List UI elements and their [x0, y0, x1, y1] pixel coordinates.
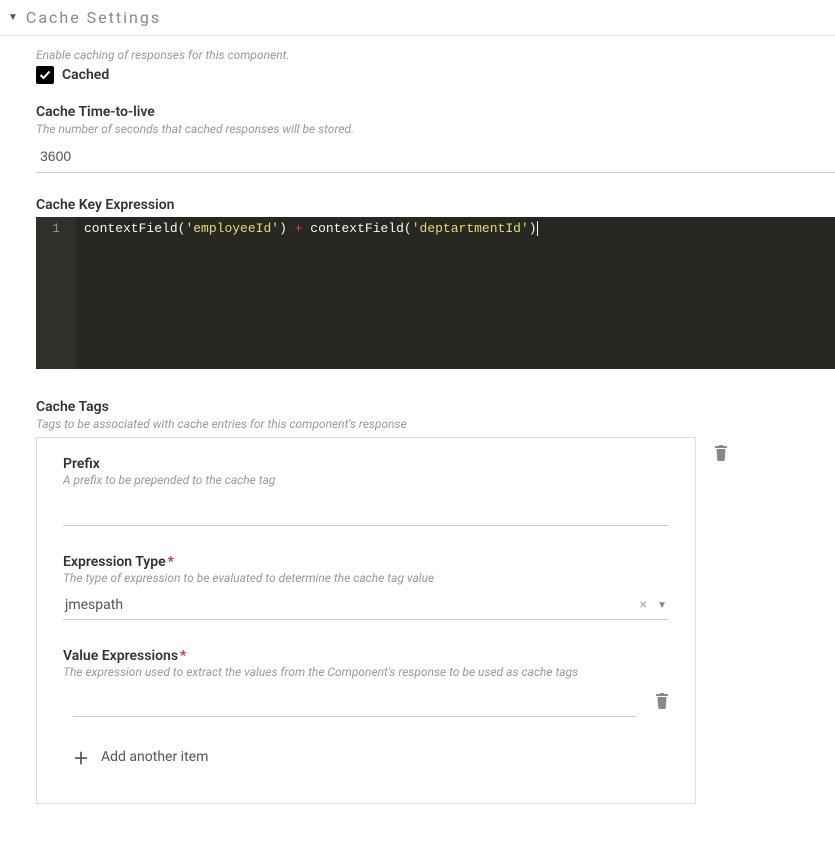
cache-tags-description: Tags to be associated with cache entries…: [36, 417, 835, 431]
value-expressions-label: Value Expressions*: [63, 648, 669, 664]
code-token-paren: (: [404, 221, 412, 236]
value-expressions-field: Value Expressions* The expression used t…: [63, 648, 669, 769]
cache-tags-label: Cache Tags: [36, 399, 835, 415]
cache-tag-card: Prefix A prefix to be prepended to the c…: [36, 437, 696, 804]
cache-settings-content: Enable caching of responses for this com…: [0, 48, 835, 848]
code-token-fn: contextField: [84, 221, 178, 236]
prefix-label: Prefix: [63, 456, 669, 472]
add-item-button[interactable]: ＋ Add another item: [73, 745, 669, 769]
value-expression-row: [73, 685, 669, 717]
section-header[interactable]: ▼ Cache Settings: [0, 0, 835, 36]
key-expression-label: Cache Key Expression: [36, 197, 835, 213]
delete-tag-button[interactable]: [714, 445, 728, 465]
ttl-description: The number of seconds that cached respon…: [36, 122, 835, 136]
required-asterisk: *: [180, 648, 186, 664]
chevron-down-icon[interactable]: ▼: [657, 600, 667, 611]
value-expressions-label-text: Value Expressions: [63, 648, 178, 664]
expression-type-label-text: Expression Type: [63, 554, 166, 570]
section-title: Cache Settings: [26, 8, 161, 27]
clear-icon[interactable]: ×: [640, 597, 647, 613]
code-content[interactable]: contextField('employeeId') + contextFiel…: [76, 217, 546, 369]
check-icon: [39, 69, 51, 81]
expression-type-select[interactable]: jmespath × ▼: [63, 591, 669, 620]
expression-type-label: Expression Type*: [63, 554, 669, 570]
expression-type-field: Expression Type* The type of expression …: [63, 554, 669, 620]
code-token-paren: ): [529, 221, 537, 236]
ttl-input[interactable]: [36, 140, 835, 173]
cached-checkbox[interactable]: [36, 66, 54, 84]
ttl-field: Cache Time-to-live The number of seconds…: [36, 104, 835, 173]
expression-type-description: The type of expression to be evaluated t…: [63, 571, 669, 585]
code-token-fn: contextField: [310, 221, 404, 236]
cached-label: Cached: [62, 67, 109, 83]
code-editor[interactable]: 1 contextField('employeeId') + contextFi…: [36, 217, 835, 369]
required-asterisk: *: [168, 554, 174, 570]
trash-icon: [714, 445, 728, 461]
code-token-str: 'employeeId': [185, 221, 279, 236]
cache-tags-field: Cache Tags Tags to be associated with ca…: [36, 399, 835, 804]
chevron-down-icon: ▼: [8, 12, 18, 23]
prefix-field: Prefix A prefix to be prepended to the c…: [63, 456, 669, 526]
code-gutter: 1: [36, 217, 76, 369]
key-expression-field: Cache Key Expression 1 contextField('emp…: [36, 197, 835, 369]
prefix-input[interactable]: [63, 493, 669, 526]
expression-type-value: jmespath: [65, 597, 640, 613]
line-number: 1: [36, 221, 76, 236]
value-expressions-description: The expression used to extract the value…: [63, 665, 669, 679]
add-item-label: Add another item: [101, 749, 208, 765]
code-token-op: +: [287, 221, 310, 236]
prefix-description: A prefix to be prepended to the cache ta…: [63, 473, 669, 487]
cached-row: Cached: [36, 66, 835, 84]
code-token-str: 'deptartmentId': [412, 221, 529, 236]
text-cursor: [537, 221, 538, 236]
plus-icon: ＋: [73, 745, 89, 769]
delete-icon[interactable]: [655, 693, 669, 713]
code-token-paren: ): [279, 221, 287, 236]
ttl-label: Cache Time-to-live: [36, 104, 835, 120]
value-expression-input[interactable]: [73, 685, 637, 717]
cache-tag-entry: Prefix A prefix to be prepended to the c…: [36, 431, 835, 804]
trash-icon: [655, 693, 669, 709]
cached-description: Enable caching of responses for this com…: [36, 48, 835, 62]
